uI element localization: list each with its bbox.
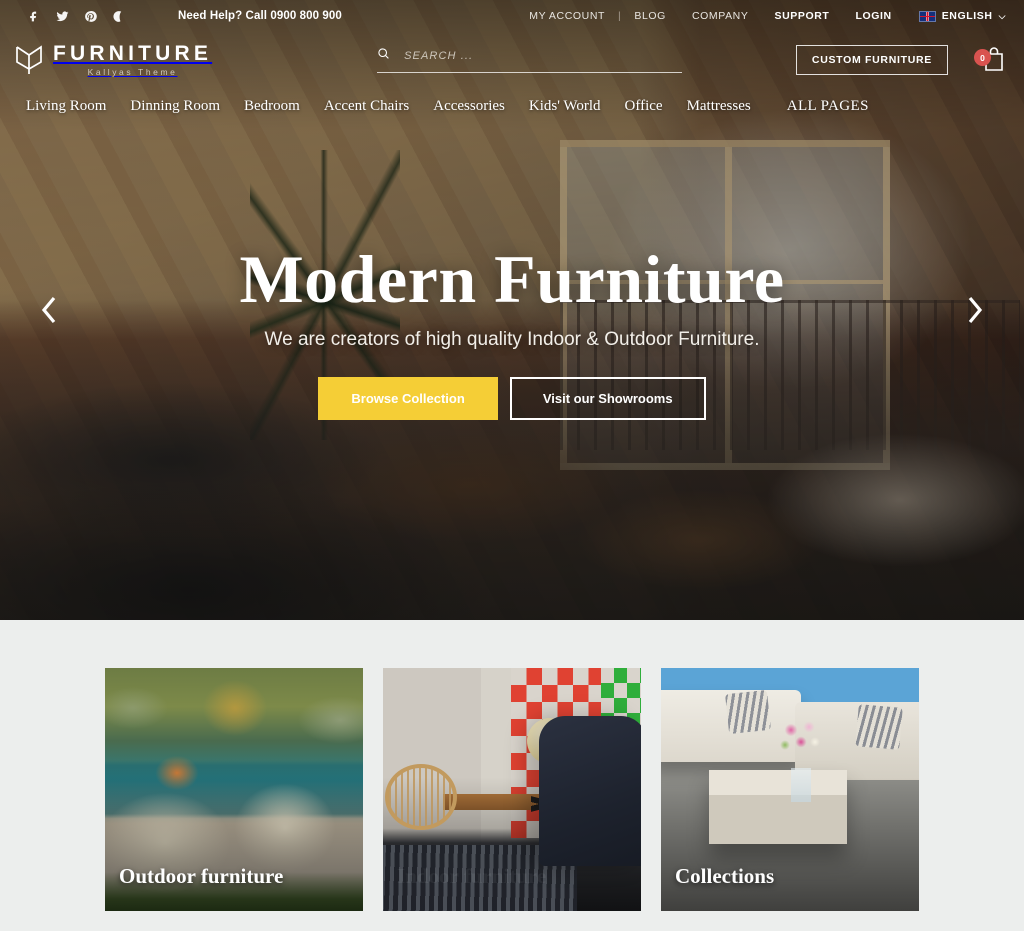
help-phone-text: Need Help? Call 0900 800 900: [178, 10, 342, 22]
slider-prev-button[interactable]: [28, 289, 70, 331]
pinterest-icon[interactable]: [84, 9, 97, 23]
indoor-rattan-chair-decor: [385, 764, 457, 830]
card-caption: Outdoor furniture: [119, 864, 283, 889]
category-cards-section: Outdoor furniture Indoor furniture: [0, 620, 1024, 911]
brand-title: FURNITURE: [53, 42, 213, 66]
collections-pillow2-decor: [855, 704, 903, 750]
brand-text: FURNITURE Kallyas Theme: [53, 43, 212, 77]
top-link-support[interactable]: SUPPORT: [761, 10, 842, 22]
dribbble-icon[interactable]: [112, 9, 125, 23]
nav-item-accessories[interactable]: Accessories: [421, 92, 517, 121]
chevron-right-icon: [968, 296, 983, 324]
slider-next-button[interactable]: [954, 289, 996, 331]
top-link-company[interactable]: COMPANY: [679, 10, 762, 22]
nav-item-mattresses[interactable]: Mattresses: [675, 92, 763, 121]
chair-logo-icon: [14, 44, 44, 76]
header-main-row: FURNITURE Kallyas Theme CUSTOM FURNITURE…: [0, 32, 1024, 88]
search-icon: [377, 47, 390, 65]
brand-subtitle: Kallyas Theme: [87, 67, 178, 78]
search-input[interactable]: [404, 50, 683, 62]
language-switcher[interactable]: ENGLISH ⌵: [905, 10, 1006, 22]
facebook-icon[interactable]: [28, 9, 41, 23]
cart-button[interactable]: 0: [974, 44, 1006, 76]
nav-item-accent-chairs[interactable]: Accent Chairs: [312, 92, 421, 121]
social-links: [28, 9, 125, 23]
hero-title: Modern Furniture: [239, 241, 785, 317]
visit-showrooms-button[interactable]: Visit our Showrooms: [509, 377, 706, 420]
language-label: ENGLISH: [941, 10, 993, 22]
indoor-wingback-chair-decor: [539, 716, 641, 866]
nav-item-bedroom[interactable]: Bedroom: [232, 92, 312, 121]
top-link-my-account[interactable]: MY ACCOUNT: [516, 10, 618, 22]
card-caption: Collections: [675, 864, 774, 889]
collections-flowers-decor: [779, 718, 825, 776]
hero-content: Modern Furniture We are creators of high…: [0, 240, 1024, 420]
main-navigation: Living Room Dinning Room Bedroom Accent …: [0, 88, 1024, 121]
collections-pillow-decor: [725, 689, 771, 735]
nav-item-all-pages[interactable]: ALL PAGES: [775, 92, 881, 121]
category-title: Outdoor furniture: [119, 864, 284, 888]
top-link-separator: |: [618, 10, 622, 22]
hero-subtitle: We are creators of high quality Indoor &…: [264, 329, 760, 350]
hero-cta-group: Browse Collection Visit our Showrooms: [0, 377, 1024, 420]
chevron-down-icon: ⌵: [998, 10, 1006, 21]
nav-item-living-room[interactable]: Living Room: [14, 92, 118, 121]
brand-logo[interactable]: FURNITURE Kallyas Theme: [14, 43, 212, 77]
nav-item-office[interactable]: Office: [613, 92, 675, 121]
custom-furniture-button[interactable]: CUSTOM FURNITURE: [795, 45, 948, 75]
top-link-login[interactable]: LOGIN: [842, 10, 904, 22]
header-actions: CUSTOM FURNITURE 0: [795, 44, 1006, 76]
category-title: Collections: [675, 864, 775, 888]
category-card-indoor[interactable]: Indoor furniture: [383, 668, 641, 911]
twitter-icon[interactable]: [56, 9, 69, 23]
collections-table-decor: [709, 770, 847, 844]
top-utility-bar: Need Help? Call 0900 800 900 MY ACCOUNT …: [0, 0, 1024, 32]
hero-section: Need Help? Call 0900 800 900 MY ACCOUNT …: [0, 0, 1024, 620]
browse-collection-button[interactable]: Browse Collection: [318, 377, 498, 420]
top-links: MY ACCOUNT | BLOG COMPANY SUPPORT LOGIN …: [516, 10, 1006, 22]
search-bar[interactable]: [377, 47, 683, 73]
cart-count-badge: 0: [974, 49, 991, 66]
uk-flag-icon: [918, 10, 936, 22]
nav-item-kids-world[interactable]: Kids' World: [517, 92, 613, 121]
top-link-blog[interactable]: BLOG: [621, 10, 679, 22]
category-card-collections[interactable]: Collections: [661, 668, 919, 911]
category-card-outdoor[interactable]: Outdoor furniture: [105, 668, 363, 911]
chevron-left-icon: [41, 296, 56, 324]
nav-item-dinning-room[interactable]: Dinning Room: [118, 92, 232, 121]
